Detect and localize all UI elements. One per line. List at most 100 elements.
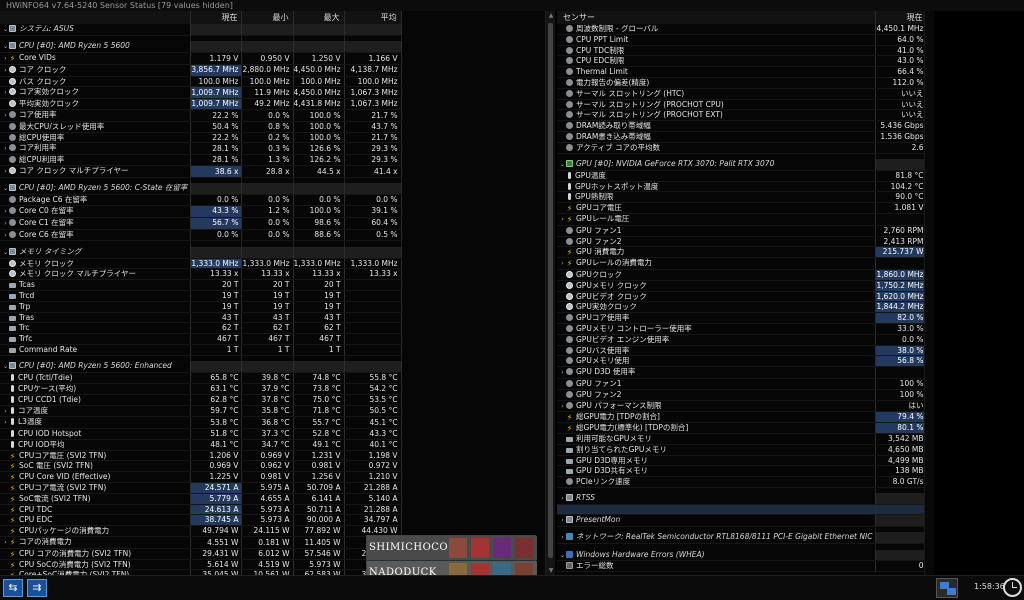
chevron-right-icon[interactable]: › — [559, 494, 566, 504]
sensor-row[interactable]: エラー総数000 — [557, 560, 924, 573]
sensor-group-header[interactable]: › ネットワーク: RealTek Semiconductor RTL8168/8… — [557, 532, 924, 545]
nav-back-icon[interactable]: ⇆ — [3, 579, 23, 597]
sensor-row[interactable]: GPU温度81.8 °C39.8 °C82.8 °C46.8 °C — [557, 170, 924, 182]
sensor-row[interactable]: ›⚡GPUレール電圧11.726 V12.135 V — [557, 213, 924, 226]
sensor-group-header[interactable]: ⌄ Windows Hardware Errors (WHEA) — [557, 549, 924, 562]
column-header[interactable]: 現在 — [190, 11, 243, 24]
scroll-up-arrow-icon[interactable]: ▲ — [546, 11, 556, 20]
sensor-row[interactable]: › コア利用率 28.1 % 0.3 % 126.6 % 29.3 % — [0, 142, 402, 156]
sensor-row[interactable]: GPUバス使用率38.0 %0.0 %70.0 %15.6 % — [557, 345, 924, 357]
column-header[interactable]: 最小 — [241, 11, 294, 24]
chevron-right-icon[interactable]: ⌄ — [559, 160, 566, 170]
sensor-row[interactable]: › ⚡ Core VIDs 1.179 V 0.950 V 1.250 V 1.166 V — [0, 52, 402, 65]
chevron-right-icon[interactable]: › — [559, 259, 566, 268]
sensor-row[interactable]: ›⚡GPUレールの消費電力0.336 W199.667 W — [557, 257, 924, 271]
sensor-row[interactable]: 電力報告の偏差(精度)112.0 %102.1 %180.1 %112.9 % — [557, 77, 924, 89]
sensor-row[interactable]: ⚡ SoC 電圧 (SVI2 TFN) 0.969 V 0.962 V 0.981 V0… — [0, 460, 402, 473]
chevron-right-icon[interactable]: › — [2, 111, 9, 120]
sensor-row[interactable]: ⚡GPUコア電圧1.081 V0.975 V1.081 V1.019 V — [557, 202, 924, 215]
sensor-row[interactable]: Trcd 19 T 19 T 19 T — [0, 290, 402, 302]
chevron-right-icon[interactable]: ⌄ — [2, 42, 9, 52]
nav-forward-icon[interactable]: ⇉ — [27, 579, 47, 597]
sensor-panel-right[interactable]: センサー現在最小最大平均 周波数制限 - グローバル4,450.1 MHz4,2… — [557, 11, 924, 575]
chevron-right-icon[interactable]: › — [2, 231, 9, 240]
sensor-row[interactable]: GPUビデオ クロック1,620.0 MHz1,530.0 MHz1,665.0… — [557, 291, 924, 303]
sensor-row[interactable]: バス クロック 100.0 MHz 100.0 MHz 100.0 MHz 100.0 … — [0, 76, 402, 88]
sensor-row[interactable]: › L3温度 53.8 °C 36.8 °C 55.7 °C 45.1 °C — [0, 416, 402, 430]
sensor-row[interactable]: CPU IOD平均 48.1 °C 34.7 °C 49.1 °C 40.1 °C — [0, 439, 402, 451]
chevron-right-icon[interactable]: › — [2, 88, 9, 97]
chevron-right-icon[interactable]: › — [2, 538, 9, 547]
chevron-right-icon[interactable]: ⌄ — [2, 248, 9, 258]
sensor-row[interactable]: GPUクロック1,860.0 MHz1,755.0 MHz1,905.0 MHz… — [557, 269, 924, 281]
sensor-row[interactable]: CPUケース(平均) 63.1 °C 37.9 °C 73.8 °C 54.2 °C — [0, 383, 402, 395]
sensor-row[interactable]: GPUホットスポット温度104.2 °C53.8 °C106.6 °C61.7 … — [557, 181, 924, 193]
sensor-row[interactable]: › コア温度 59.7 °C 35.8 °C 71.8 °C 50.5 °C — [0, 405, 402, 418]
sensor-row[interactable]: ⚡総GPU電力 [TDPの割合]79.4 %19.8 %91.6 %30.8 % — [557, 411, 924, 424]
sensor-row[interactable]: ⚡ CPU EDC 38.745 A 5.973 A 90.000 A 34.797 A — [0, 514, 402, 527]
chevron-right-icon[interactable]: › — [2, 219, 9, 228]
sensor-group-header[interactable]: ⌄ CPU [#0]: AMD Ryzen 5 5600: Enhanced — [0, 361, 402, 374]
sensor-row[interactable]: › Core C6 在留率 0.0 % 0.0 % 88.6 % 0.5 % — [0, 229, 402, 242]
sensor-row[interactable]: GPUビデオ エンジン使用率0.0 %0.0 %0.0 %0.0 % — [557, 334, 924, 346]
sensor-row[interactable]: ⚡ CPU Core VID (Effective) 1.225 V 0.981 V1… — [0, 471, 402, 484]
chevron-right-icon[interactable]: › — [559, 402, 566, 411]
sensor-row[interactable]: CPU IOD Hotspot 51.8 °C 37.3 °C 52.8 °C 43.3… — [0, 428, 402, 440]
sensor-row[interactable]: ⚡ CPU TDC 24.613 A 5.973 A 50.711 A 21.288 A — [0, 504, 402, 516]
sensor-row[interactable]: ›GPU D3D 使用率0.0 %99.9 % — [557, 366, 924, 379]
sensor-row[interactable]: CPU TDC制限41.0 %10.0 %84.5 %35.5 % — [557, 45, 924, 57]
sensor-row[interactable]: アクティブ コアの平均数2.60.16.02.3 — [557, 142, 924, 154]
chevron-right-icon[interactable]: › — [2, 54, 9, 63]
sensor-row[interactable]: Tras 43 T 43 T 43 T — [0, 312, 402, 324]
sensor-row[interactable]: Trp 19 T 19 T 19 T — [0, 301, 402, 313]
sensor-row[interactable]: サーマル スロットリング (PROCHOT CPU)いいえいいえいいえ — [557, 99, 924, 111]
left-scrollbar[interactable]: ▲ ▼ — [545, 11, 555, 575]
sensor-row[interactable]: › Core C1 在留率 56.7 % 0.0 % 98.6 % 60.4 % — [0, 217, 402, 230]
sensor-row[interactable]: 総CPU使用率 22.2 % 0.2 % 100.0 % 21.7 % — [0, 132, 402, 144]
sensor-group-header[interactable]: ⌄ GPU [#0]: NVIDIA GeForce RTX 3070: Pali… — [557, 159, 924, 171]
sensor-row[interactable]: メモリ クロック 1,333.0 MHz 1,333.0 MHz 1,333.0 MH… — [0, 258, 402, 270]
chevron-right-icon[interactable]: › — [2, 144, 9, 153]
sensor-row[interactable]: GPU ファン12,760 RPM0 RPM2,787 RPM1,068 RPM — [557, 225, 924, 237]
sensor-row[interactable]: GPUメモリ クロック1,750.2 MHz1,750.2 MHz1,750.2… — [557, 280, 924, 292]
chevron-right-icon[interactable]: › — [559, 368, 566, 377]
sensor-row[interactable]: › コア使用率 22.2 % 0.0 % 100.0 % 21.7 % — [0, 109, 402, 122]
chevron-right-icon[interactable]: › — [2, 418, 9, 427]
sensor-row[interactable]: CPU EDC制限43.0 %6.6 %100.0 %38.7 % — [557, 55, 924, 68]
network-monitor-icon[interactable] — [936, 578, 958, 598]
sensor-row[interactable]: サーマル スロットリング (HTC)いいえいいえいいえ — [557, 88, 924, 100]
chevron-right-icon[interactable]: › — [2, 207, 9, 216]
sensor-panel-left[interactable]: 現在 最小 最大 平均 ⌄ システム: ASUS ⌄ CPU [#0]: AMD Ryzen… — [0, 11, 545, 575]
sensor-row[interactable]: 総CPU利用率 28.1 % 1.3 % 126.2 % 29.3 % — [0, 154, 402, 167]
sensor-row[interactable]: GPUメモリ使用56.8 %10.9 %69.0 %37.6 % — [557, 355, 924, 368]
sensor-row[interactable]: Tcas 20 T 20 T 20 T — [0, 279, 402, 292]
sensor-row[interactable]: Thermal Limit66.4 %39.9 %77.6 %57.0 % — [557, 66, 924, 78]
selected-row[interactable] — [557, 504, 924, 516]
chevron-right-icon[interactable]: › — [2, 66, 9, 75]
chevron-down-icon[interactable]: ⌄ — [559, 551, 566, 561]
sensor-row[interactable]: CPU PPT Limit64.0 %31.0 %100.0 %57.1 % — [557, 34, 924, 46]
sensor-row[interactable]: 周波数制限 - グローバル4,450.1 MHz4,264.9 MHz4,450… — [557, 24, 924, 35]
sensor-row[interactable]: GPU ファン22,413 RPM0 RPM2,647 RPM1,073 RPM — [557, 236, 924, 248]
sensor-row[interactable]: › コア クロック マルチプライヤー 38.6 x 28.8 x 44.5 x 41.4 … — [0, 165, 402, 178]
sensor-row[interactable]: サーマル スロットリング (PROCHOT EXT)いいえいいえいいえ — [557, 109, 924, 122]
sensor-row[interactable]: ›GPU パフォーマンス制限はいいいえはい — [557, 400, 924, 413]
sensor-row[interactable]: GPU D3D共有メモリ138 MB29 MB702 MB548 MB — [557, 465, 924, 478]
sensor-row[interactable]: CPU (Tctl/Tdie) 65.8 °C 39.8 °C 74.8 °C 55.8… — [0, 372, 402, 384]
sensor-row[interactable]: 利用可能なGPUメモリ3,542 MB2,536 MB7,302 MB5,113… — [557, 433, 924, 445]
sensor-row[interactable]: ⚡GPU 消費電力215.737 W53.976 W245.587 W83.07… — [557, 246, 924, 259]
sensor-row[interactable]: › Core C0 在留率 43.3 % 1.2 % 100.0 % 39.1 % — [0, 205, 402, 218]
sensor-group-header[interactable]: ⌄ CPU [#0]: AMD Ryzen 5 5600 — [0, 41, 402, 54]
sensor-group-header[interactable]: › RTSS — [557, 493, 924, 506]
column-header[interactable]: 現在 — [875, 11, 924, 24]
sensor-row[interactable]: Trfc 467 T 467 T 467 T — [0, 333, 402, 346]
sensor-row[interactable]: DRAM読み取り帯域幅5.436 Gbps0.079 Gbps16.222 Gb… — [557, 120, 924, 132]
sensor-row[interactable]: ⚡総GPU電力(標準化) [TDPの割合]80.1 %20.0 %97.4 %3… — [557, 422, 924, 434]
sensor-row[interactable]: PCIeリンク速度8.0 GT/s8.0 GT/s8.0 GT/s8.0 GT/… — [557, 476, 924, 488]
sensor-row[interactable]: Command Rate 1 T1 T1 T — [0, 344, 402, 356]
sensor-row[interactable]: GPU ファン2100 %0 %100 %34 % — [557, 389, 924, 401]
scroll-down-arrow-icon[interactable]: ▼ — [546, 566, 556, 575]
sensor-group-header[interactable]: ⌄ CPU [#0]: AMD Ryzen 5 5600: C-State 在留率 — [0, 183, 402, 196]
sensor-row[interactable]: ⚡ CPUコア電圧 (SVI2 TFN) 1.206 V 0.969 V 1.231 V… — [0, 450, 402, 462]
chevron-right-icon[interactable]: ⌄ — [2, 362, 9, 372]
